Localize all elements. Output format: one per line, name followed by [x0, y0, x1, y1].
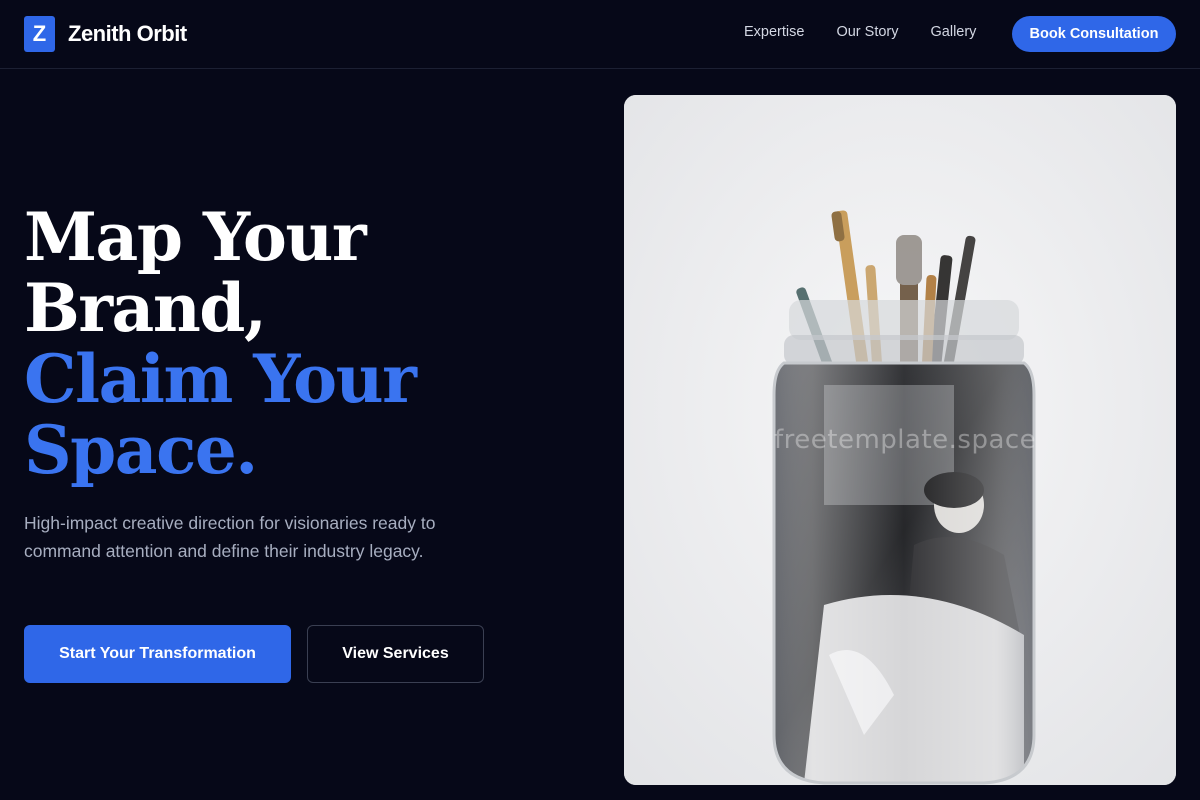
hero-subtitle: High-impact creative direction for visio…: [24, 513, 436, 561]
nav-link-expertise[interactable]: Expertise: [744, 22, 804, 42]
navbar: Z Zenith Orbit Expertise Our Story Galle…: [0, 0, 1200, 69]
hero-image: freetemplate.space: [624, 95, 1176, 785]
nav-links: Expertise Our Story Gallery: [744, 22, 976, 42]
headline-line-4: Space.: [24, 411, 258, 489]
logo-icon: Z: [24, 16, 55, 52]
book-consultation-button[interactable]: Book Consultation: [1012, 16, 1176, 52]
brand-name: Zenith Orbit: [68, 21, 187, 46]
hero-headline: Map Your Brand, Claim Your Space.: [24, 202, 584, 486]
start-transformation-button[interactable]: Start Your Transformation: [24, 625, 291, 683]
headline-line-1: Map Your: [24, 198, 367, 276]
view-services-button[interactable]: View Services: [307, 625, 484, 683]
image-watermark: freetemplate.space: [774, 425, 1037, 455]
headline-line-2: Brand,: [24, 269, 267, 347]
headline-line-3: Claim Your: [24, 340, 417, 418]
nav-link-gallery[interactable]: Gallery: [931, 22, 977, 42]
brand[interactable]: Z Zenith Orbit: [24, 16, 187, 52]
nav-link-our-story[interactable]: Our Story: [836, 22, 898, 42]
